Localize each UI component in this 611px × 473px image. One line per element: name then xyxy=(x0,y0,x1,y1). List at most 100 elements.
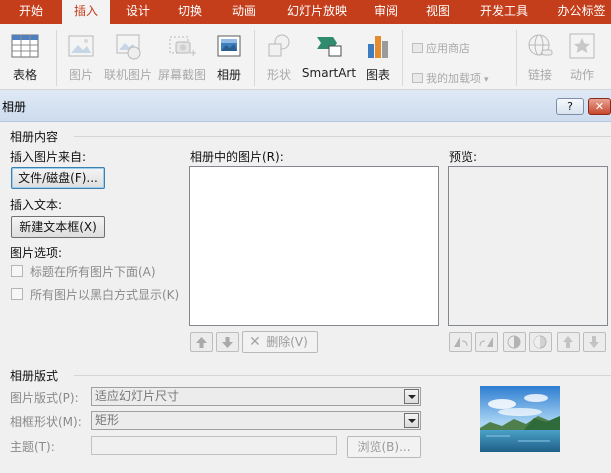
insert-from-label: 插入图片来自: xyxy=(10,150,87,164)
rotate-right-icon xyxy=(479,337,493,347)
brightness-up-icon xyxy=(563,336,573,348)
preview-box xyxy=(448,166,608,326)
picture-options-label: 图片选项: xyxy=(10,246,63,260)
remove-label: 删除(V) xyxy=(266,335,308,349)
smartart-icon xyxy=(317,37,342,57)
arrow-down-icon xyxy=(222,337,233,348)
frame-shape-label: 相框形状(M): xyxy=(10,415,82,429)
tab-slideshow[interactable]: 幻灯片放映 xyxy=(282,0,352,24)
browse-button[interactable]: 浏览(B)... xyxy=(347,436,421,458)
remove-button[interactable]: ✕ 删除(V) xyxy=(242,331,318,353)
table-label: 表格 xyxy=(12,68,37,82)
preview-label: 预览: xyxy=(449,150,478,164)
shapes-label: 形状 xyxy=(266,68,291,82)
store-label: 应用商店 xyxy=(426,42,470,55)
frame-shape-value: 矩形 xyxy=(95,413,120,427)
tab-office-tabs[interactable]: 办公标签 xyxy=(552,0,611,24)
ribbon-panel: 表格 图片 联机图片 + 屏幕截图 相册 形状 SmartArt 图表 应用商店… xyxy=(0,24,611,90)
action-star-icon xyxy=(569,33,595,59)
theme-input[interactable] xyxy=(91,436,337,455)
brightness-up-button[interactable] xyxy=(557,332,580,352)
move-up-button[interactable] xyxy=(190,332,213,352)
rotate-left-button[interactable] xyxy=(449,332,472,352)
action-label: 动作 xyxy=(569,68,594,82)
picture-layout-value: 适应幻灯片尺寸 xyxy=(95,389,180,403)
help-button[interactable]: ? xyxy=(556,98,584,115)
store-icon xyxy=(412,43,423,53)
chevron-down-icon xyxy=(404,389,419,404)
pictures-in-album-label: 相册中的图片(R): xyxy=(190,150,284,164)
smartart-label: SmartArt xyxy=(301,66,357,80)
contrast-down-button[interactable] xyxy=(529,332,552,352)
addins-icon xyxy=(412,73,423,83)
file-disk-button[interactable]: 文件/磁盘(F)... xyxy=(11,167,105,189)
tab-review[interactable]: 审阅 xyxy=(366,0,406,24)
tab-animations[interactable]: 动画 xyxy=(224,0,264,24)
my-addins-button[interactable]: 我的加载项 ▾ xyxy=(412,70,489,86)
screenshot-icon: + xyxy=(169,36,196,59)
svg-text:+: + xyxy=(189,48,196,59)
rotate-right-button[interactable] xyxy=(475,332,498,352)
close-button[interactable]: ✕ xyxy=(588,98,611,115)
smartart-button[interactable]: SmartArt xyxy=(300,32,358,80)
rotate-left-icon xyxy=(454,337,468,347)
picture-label: 图片 xyxy=(68,68,93,82)
layout-group-line xyxy=(74,375,611,376)
tab-insert[interactable]: 插入 xyxy=(62,0,110,25)
caption-below-label: 标题在所有图片下面(A) xyxy=(30,265,156,279)
contrast-up-icon xyxy=(507,335,521,349)
picture-button[interactable]: 图片 xyxy=(62,32,100,83)
insert-text-label: 插入文本: xyxy=(10,198,63,212)
brightness-down-button[interactable] xyxy=(583,332,606,352)
shapes-button[interactable]: 形状 xyxy=(260,32,298,83)
theme-label: 主题(T): xyxy=(10,440,55,454)
brightness-down-icon xyxy=(589,336,599,348)
new-textbox-button[interactable]: 新建文本框(X) xyxy=(11,216,105,238)
chart-button[interactable]: 图表 xyxy=(362,32,394,83)
dialog-title: 相册 xyxy=(2,100,27,114)
content-group-line xyxy=(74,136,611,137)
layout-group-label: 相册版式 xyxy=(10,369,59,383)
arrow-up-icon xyxy=(196,337,207,348)
online-picture-label: 联机图片 xyxy=(103,68,152,82)
album-label: 相册 xyxy=(216,68,241,82)
contrast-up-button[interactable] xyxy=(503,332,526,352)
chevron-down-icon xyxy=(404,413,419,428)
pictures-listbox[interactable] xyxy=(189,166,439,326)
black-white-checkbox[interactable] xyxy=(11,288,23,300)
link-button[interactable]: 链接 xyxy=(522,32,558,83)
move-down-button[interactable] xyxy=(216,332,239,352)
tab-home[interactable]: 开始 xyxy=(0,0,62,24)
store-button[interactable]: 应用商店 xyxy=(412,40,470,56)
online-picture-icon xyxy=(116,34,141,60)
my-addins-label: 我的加载项 xyxy=(426,72,481,85)
table-icon xyxy=(11,34,39,58)
table-button[interactable]: 表格 xyxy=(6,32,44,83)
ribbon-tab-bar: 开始 插入 设计 切换 动画 幻灯片放映 审阅 视图 开发工具 办公标签 xyxy=(0,0,611,25)
screenshot-label: 屏幕截图 xyxy=(157,68,206,82)
contrast-down-icon xyxy=(533,335,547,349)
caption-below-checkbox[interactable] xyxy=(11,265,23,277)
frame-shape-select[interactable]: 矩形 xyxy=(91,411,421,430)
tab-view[interactable]: 视图 xyxy=(418,0,458,24)
album-button[interactable]: 相册 xyxy=(210,32,248,83)
chevron-down-icon: ▾ xyxy=(484,75,489,85)
tab-developer[interactable]: 开发工具 xyxy=(474,0,534,24)
picture-layout-select[interactable]: 适应幻灯片尺寸 xyxy=(91,387,421,406)
link-label: 链接 xyxy=(527,68,552,82)
tab-transitions[interactable]: 切换 xyxy=(170,0,210,24)
link-globe-icon xyxy=(528,34,553,56)
action-button[interactable]: 动作 xyxy=(564,32,600,83)
screenshot-button[interactable]: + 屏幕截图 xyxy=(156,32,208,83)
bar-chart-icon xyxy=(368,36,388,58)
dialog-title-bar: 相册 ? ✕ xyxy=(0,90,611,122)
content-group-label: 相册内容 xyxy=(10,130,59,144)
tab-design[interactable]: 设计 xyxy=(118,0,158,24)
photo-album-dialog: 相册内容 插入图片来自: 文件/磁盘(F)... 插入文本: 新建文本框(X) … xyxy=(0,122,611,473)
picture-layout-label: 图片版式(P): xyxy=(10,391,79,405)
shapes-icon xyxy=(268,34,290,57)
black-white-label: 所有图片以黑白方式显示(K) xyxy=(30,288,180,302)
online-picture-button[interactable]: 联机图片 xyxy=(102,32,154,83)
picture-icon xyxy=(68,35,94,57)
layout-preview-image xyxy=(480,386,560,452)
